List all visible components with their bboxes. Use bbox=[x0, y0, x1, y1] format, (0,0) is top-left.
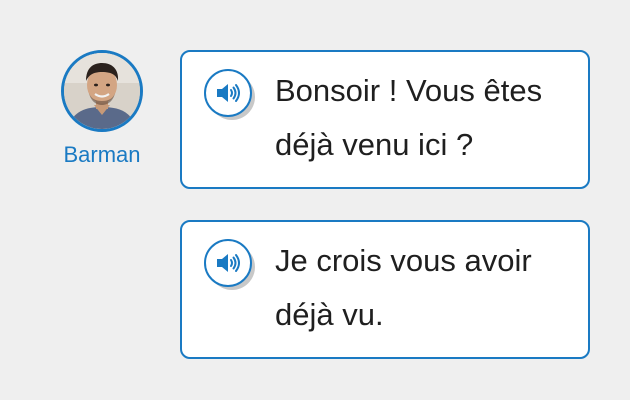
audio-button-face[interactable] bbox=[204, 239, 252, 287]
speaker-card: Barman bbox=[54, 50, 150, 168]
speaker-name: Barman bbox=[63, 142, 141, 167]
play-audio-button[interactable] bbox=[204, 239, 258, 293]
play-audio-button[interactable] bbox=[204, 69, 258, 123]
audio-button-face[interactable] bbox=[204, 69, 252, 117]
message-bubble: Je crois vous avoir déjà vu. bbox=[180, 220, 590, 359]
avatar bbox=[61, 50, 143, 132]
message-bubble: Bonsoir ! Vous êtes déjà venu ici ? bbox=[180, 50, 590, 189]
speaker-audio-icon bbox=[217, 254, 240, 272]
speaker-audio-icon bbox=[217, 84, 240, 102]
man-portrait-icon bbox=[64, 53, 140, 129]
